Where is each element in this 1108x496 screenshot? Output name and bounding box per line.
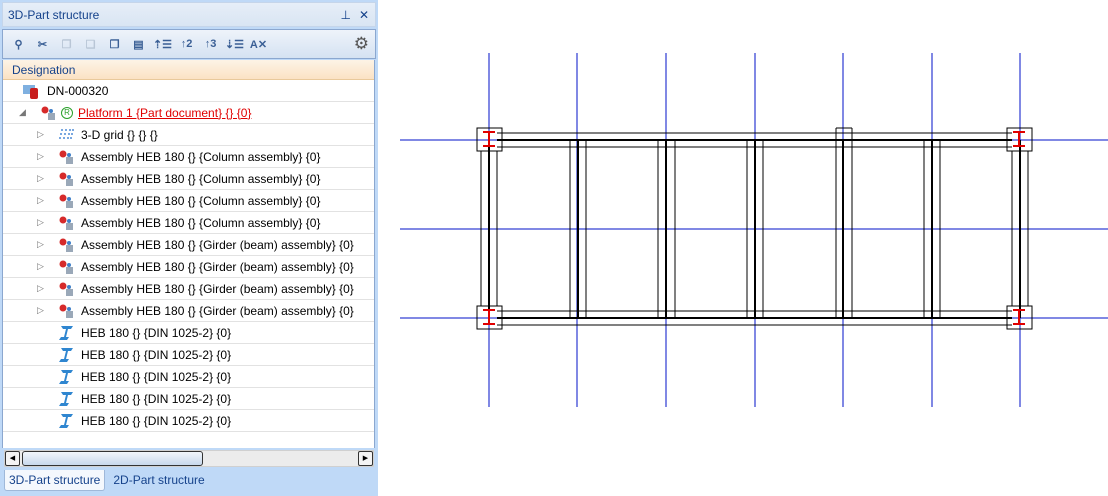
assembly-icon [59, 281, 75, 297]
tree-row[interactable]: ▷ Assembly HEB 180 {} {Girder (beam) asse… [3, 278, 374, 300]
i-beam-icon [59, 347, 75, 363]
level-3-icon[interactable]: ↑3 [201, 35, 220, 54]
paste-icon[interactable]: ❏ [81, 35, 100, 54]
tree-row-label[interactable]: HEB 180 {} {DIN 1025-2} {0} [81, 414, 231, 428]
tree-row-label[interactable]: Assembly HEB 180 {} {Column assembly} {0… [81, 194, 320, 208]
sort-az-clear-icon[interactable]: A✕ [249, 35, 268, 54]
assembly-icon [59, 149, 75, 165]
scrollbar-thumb[interactable] [22, 451, 203, 466]
panel-titlebar: 3D-Part structure ⊥ ✕ [2, 2, 376, 27]
tree-row[interactable]: HEB 180 {} {DIN 1025-2} {0} [3, 344, 374, 366]
i-beam-section [483, 131, 495, 147]
expand-all-icon[interactable]: ⇣☰ [225, 35, 244, 54]
scroll-left-button[interactable]: ◀ [5, 451, 20, 466]
i-beam-section [483, 309, 495, 325]
tree-view: Designation DN-000320 ◢ R Platform 1 {Part … [2, 60, 375, 448]
tree-row[interactable]: ▷ Assembly HEB 180 {} {Column assembly} {… [3, 146, 374, 168]
toolbar: ⚲ ✂ ❐ ❏ ❐ ▤ ⇡☰ ↑2 ↑3 ⇣☰ A✕ ⚙ [2, 29, 376, 59]
tree-row[interactable]: ▷ Assembly HEB 180 {} {Girder (beam) asse… [3, 256, 374, 278]
tree-row[interactable]: ▷ Assembly HEB 180 {} {Column assembly} {… [3, 168, 374, 190]
magnifier-icon[interactable]: ⚲ [9, 35, 28, 54]
tree-row[interactable]: ▷ Assembly HEB 180 {} {Girder (beam) asse… [3, 300, 374, 322]
collapse-level-icon[interactable]: ⇡☰ [153, 35, 172, 54]
tree-row[interactable]: ▷ Assembly HEB 180 {} {Girder (beam) asse… [3, 234, 374, 256]
tree-row-label[interactable]: Platform 1 {Part document} {} {0} [78, 106, 251, 120]
tree-row[interactable]: HEB 180 {} {DIN 1025-2} {0} [3, 410, 374, 432]
tree-row[interactable]: HEB 180 {} {DIN 1025-2} {0} [3, 366, 374, 388]
tree-row[interactable]: ▷ Assembly HEB 180 {} {Column assembly} {… [3, 190, 374, 212]
level-2-icon[interactable]: ↑2 [177, 35, 196, 54]
panel-title: 3D-Part structure [8, 7, 100, 22]
expand-arrow-icon[interactable]: ▷ [37, 173, 44, 184]
assembly-icon [59, 215, 75, 231]
drawing-canvas[interactable] [378, 0, 1108, 496]
tree-row[interactable]: HEB 180 {} {DIN 1025-2} {0} [3, 322, 374, 344]
assembly-icon [59, 171, 75, 187]
tree-row-label[interactable]: DN-000320 [47, 84, 108, 98]
tab-2d-part-structure[interactable]: 2D-Part structure [109, 470, 208, 491]
assembly-icon [59, 237, 75, 253]
tree-row-label[interactable]: HEB 180 {} {DIN 1025-2} {0} [81, 392, 231, 406]
document-icon [23, 83, 39, 99]
expand-arrow-icon[interactable]: ▷ [37, 261, 44, 272]
tree-row-label[interactable]: HEB 180 {} {DIN 1025-2} {0} [81, 348, 231, 362]
i-beam-icon [59, 391, 75, 407]
close-icon[interactable]: ✕ [359, 8, 369, 22]
tree-row[interactable]: ◢ R Platform 1 {Part document} {} {0} [3, 102, 374, 124]
collapse-arrow-icon[interactable]: ◢ [19, 107, 26, 118]
tree-row-label[interactable]: HEB 180 {} {DIN 1025-2} {0} [81, 326, 231, 340]
scissors-icon[interactable]: ✂ [33, 35, 52, 54]
i-beam-section [1013, 131, 1025, 147]
tree-row-label[interactable]: Assembly HEB 180 {} {Girder (beam) assem… [81, 260, 354, 274]
expand-arrow-icon[interactable]: ▷ [37, 239, 44, 250]
tree-row-label[interactable]: Assembly HEB 180 {} {Girder (beam) assem… [81, 304, 354, 318]
copy-icon[interactable]: ❐ [57, 35, 76, 54]
tree-row[interactable]: ▷ Assembly HEB 180 {} {Column assembly} {… [3, 212, 374, 234]
assembly-icon [59, 259, 75, 275]
expand-arrow-icon[interactable]: ▷ [37, 129, 44, 140]
assembly-icon [41, 105, 57, 121]
tree-row[interactable]: ▷ 3-D grid {} {} {} [3, 124, 374, 146]
i-beam-section [1013, 309, 1025, 325]
tree-row[interactable]: HEB 180 {} {DIN 1025-2} {0} [3, 388, 374, 410]
assembly-icon [59, 193, 75, 209]
grid-icon [59, 127, 75, 143]
expand-arrow-icon[interactable]: ▷ [37, 195, 44, 206]
tree-row-label[interactable]: Assembly HEB 180 {} {Girder (beam) assem… [81, 238, 354, 252]
expand-arrow-icon[interactable]: ▷ [37, 305, 44, 316]
paste-special-icon[interactable]: ▤ [129, 35, 148, 54]
expand-arrow-icon[interactable]: ▷ [37, 283, 44, 294]
gear-icon[interactable]: ⚙ [354, 34, 369, 54]
i-beam-icon [59, 325, 75, 341]
assembly-icon [59, 303, 75, 319]
tree-row-label[interactable]: Assembly HEB 180 {} {Column assembly} {0… [81, 216, 320, 230]
expand-arrow-icon[interactable]: ▷ [37, 151, 44, 162]
horizontal-scrollbar[interactable]: ◀ ▶ [4, 450, 374, 467]
i-beam-icon [59, 369, 75, 385]
column-header-designation[interactable]: Designation [3, 60, 374, 80]
i-beam-icon [59, 413, 75, 429]
part-structure-panel: 3D-Part structure ⊥ ✕ ⚲ ✂ ❐ ❏ ❐ ▤ ⇡☰ ↑2 ↑3 ⇣☰ A✕ ⚙ … [0, 0, 378, 496]
tree-row-label[interactable]: Assembly HEB 180 {} {Column assembly} {0… [81, 150, 320, 164]
tree-row-label[interactable]: Assembly HEB 180 {} {Girder (beam) assem… [81, 282, 354, 296]
tree-row-label[interactable]: 3-D grid {} {} {} [81, 128, 158, 142]
panel-tabs: 3D-Part structure 2D-Part structure [0, 470, 378, 494]
expand-arrow-icon[interactable]: ▷ [37, 217, 44, 228]
tab-3d-part-structure[interactable]: 3D-Part structure [4, 470, 106, 491]
tree-row-label[interactable]: HEB 180 {} {DIN 1025-2} {0} [81, 370, 231, 384]
copy-special-icon[interactable]: ❐ [105, 35, 124, 54]
pin-icon[interactable]: ⊥ [340, 8, 350, 22]
tree-row-label[interactable]: Assembly HEB 180 {} {Column assembly} {0… [81, 172, 320, 186]
scroll-right-button[interactable]: ▶ [358, 451, 373, 466]
tree-row[interactable]: DN-000320 [3, 80, 374, 102]
release-status-badge: R [61, 106, 73, 119]
